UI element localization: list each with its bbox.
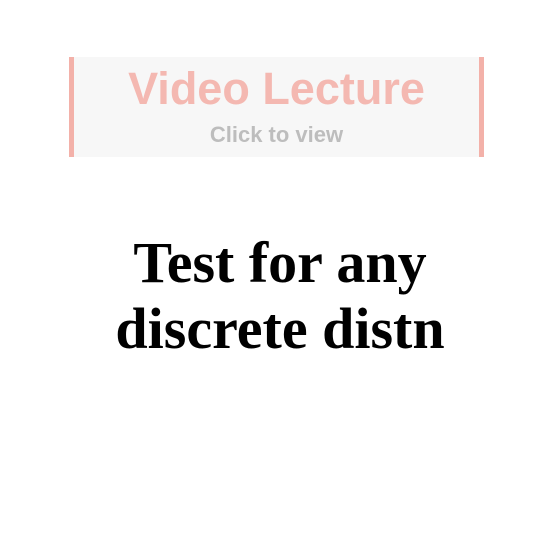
slide-heading-line-2: discrete distn bbox=[115, 296, 445, 361]
slide-heading-line-1: Test for any bbox=[133, 230, 427, 295]
video-lecture-title: Video Lecture bbox=[128, 63, 425, 114]
video-lecture-button[interactable]: Video Lecture Click to view bbox=[69, 57, 484, 157]
click-to-view-label: Click to view bbox=[209, 122, 344, 147]
slide-heading: Test for any discrete distn bbox=[0, 230, 560, 362]
